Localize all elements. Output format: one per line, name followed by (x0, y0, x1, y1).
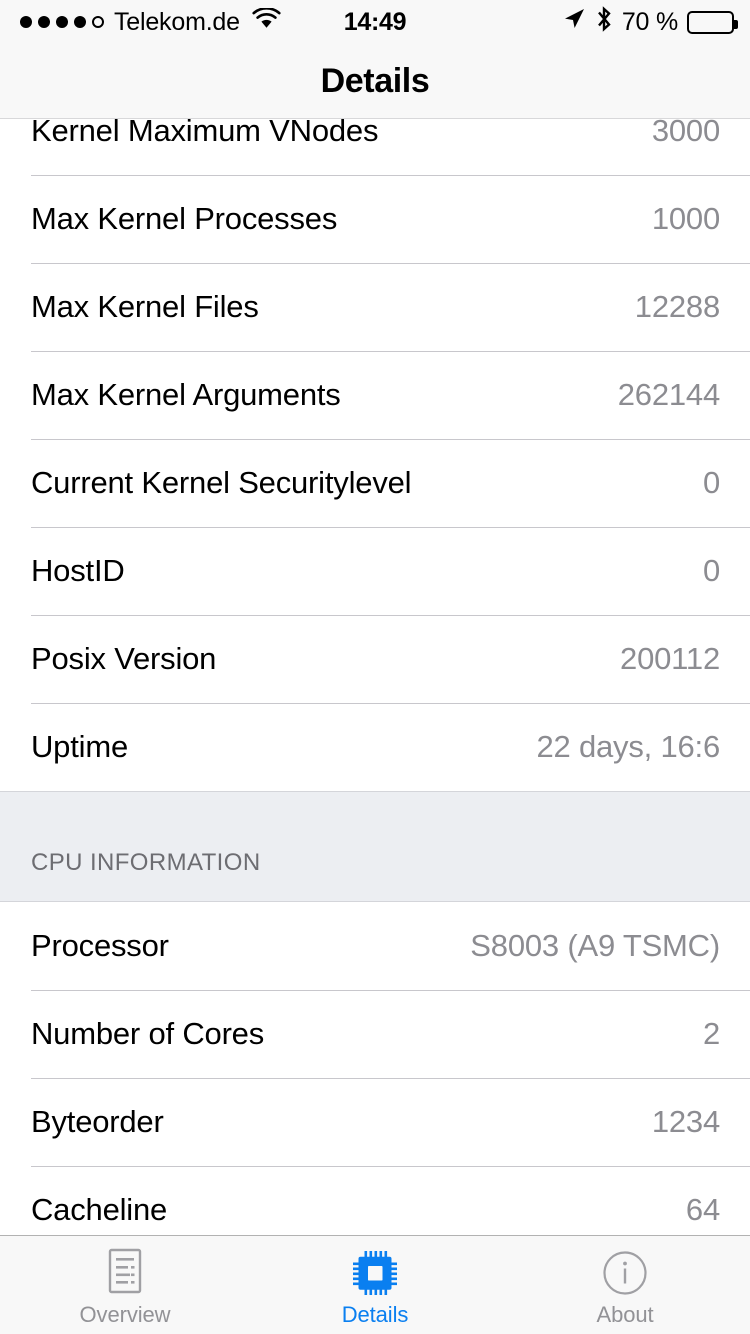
row-label: Posix Version (31, 641, 217, 676)
details-list: Kernel Maximum VNodes 3000 Max Kernel Proc… (0, 119, 750, 1235)
row-label: Max Kernel Processes (31, 201, 338, 236)
table-row[interactable]: Processor S8003 (A9 TSMC) (0, 902, 750, 990)
row-label: Max Kernel Files (31, 289, 259, 324)
table-row[interactable]: Posix Version 200112 (0, 615, 750, 703)
table-row[interactable]: Uptime 22 days, 16:6 (0, 703, 750, 791)
row-label: Processor (31, 928, 169, 963)
row-label: Byteorder (31, 1104, 164, 1139)
row-label: Number of Cores (31, 1016, 265, 1051)
table-row[interactable]: Number of Cores 2 (0, 990, 750, 1078)
row-value: 64 (685, 1192, 720, 1227)
tab-about-label: About (596, 1301, 654, 1327)
status-bar-right: 70 % (377, 5, 750, 39)
row-value: 200112 (620, 641, 720, 676)
table-row[interactable]: Kernel Maximum VNodes 3000 (0, 119, 750, 175)
row-label: Cacheline (31, 1192, 168, 1227)
table-row[interactable]: Max Kernel Processes 1000 (0, 175, 750, 263)
row-value: 3000 (651, 119, 720, 148)
row-value: 12288 (634, 289, 720, 324)
row-label: Kernel Maximum VNodes (31, 119, 379, 148)
row-value: 1000 (651, 201, 720, 236)
row-label: HostID (31, 553, 125, 588)
row-label: Max Kernel Arguments (31, 377, 341, 412)
navigation-bar: Details (0, 44, 750, 119)
location-arrow-icon (562, 7, 586, 38)
row-value: S8003 (A9 TSMC) (470, 928, 720, 963)
table-row[interactable]: Byteorder 1234 (0, 1078, 750, 1166)
phone-screen: Telekom.de 14:49 70 % Details Kernel Max… (0, 0, 750, 1334)
document-report-icon (102, 1248, 148, 1297)
row-value: 2 (702, 1016, 720, 1051)
table-row[interactable]: Max Kernel Arguments 262144 (0, 351, 750, 439)
details-list-scroll[interactable]: Kernel Maximum VNodes 3000 Max Kernel Proc… (0, 119, 750, 1235)
table-row[interactable]: HostID 0 (0, 527, 750, 615)
bluetooth-icon (595, 5, 613, 39)
section-header-label: CPU INFORMATION (31, 849, 261, 876)
battery-percent-label: 70 % (621, 7, 678, 36)
section-header: CPU INFORMATION (0, 791, 750, 902)
row-value: 1234 (651, 1104, 720, 1139)
battery-icon (687, 10, 738, 34)
tab-overview-label: Overview (79, 1301, 171, 1327)
tab-about[interactable]: About (500, 1236, 750, 1334)
tab-overview[interactable]: Overview (0, 1236, 250, 1334)
tab-bar: Overview Details About (0, 1235, 750, 1334)
row-value: 262144 (617, 377, 720, 412)
info-circle-icon (600, 1249, 650, 1297)
table-row[interactable]: Current Kernel Securitylevel 0 (0, 439, 750, 527)
table-row[interactable]: Max Kernel Files 12288 (0, 263, 750, 351)
row-value: 22 days, 16:6 (536, 729, 720, 764)
row-value: 0 (702, 553, 720, 588)
tab-details[interactable]: Details (250, 1236, 500, 1334)
status-bar: Telekom.de 14:49 70 % (0, 0, 750, 44)
tab-details-label: Details (341, 1301, 409, 1327)
row-label: Current Kernel Securitylevel (31, 465, 412, 500)
row-label: Uptime (31, 729, 128, 764)
table-row[interactable]: Cacheline 64 (0, 1166, 750, 1235)
row-value: 0 (702, 465, 720, 500)
page-title: Details (320, 61, 430, 100)
cpu-chip-icon (350, 1249, 400, 1297)
